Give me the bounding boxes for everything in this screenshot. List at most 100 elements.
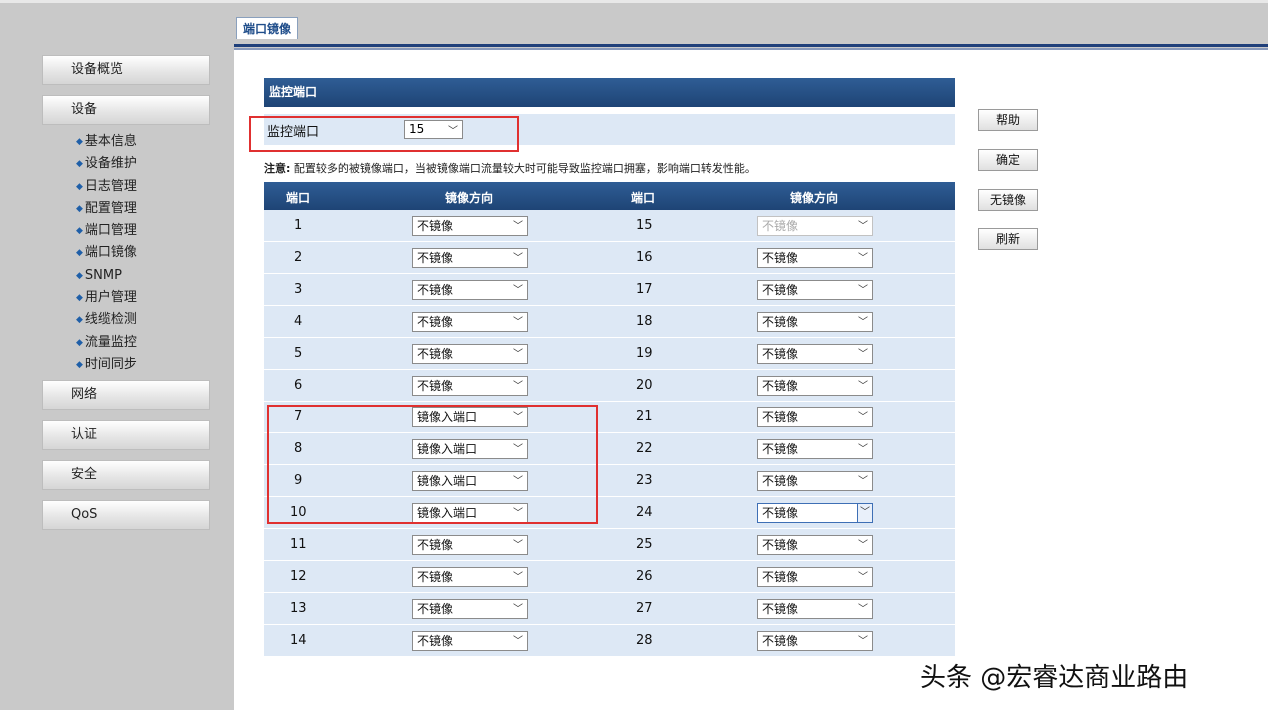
mirror-direction-select[interactable]: 不镜像 ﹀ [757,343,873,364]
mirror-direction-select[interactable]: 不镜像 ﹀ [757,598,873,619]
menu-qos[interactable]: QoS [42,500,210,530]
submenu-config[interactable]: ◆ 配置管理 [76,198,137,220]
submenu-port-mirror[interactable]: ◆ 端口镜像 [76,242,137,264]
submenu-cable-test[interactable]: ◆ 线缆检测 [76,309,137,331]
mirror-direction-select[interactable]: 不镜像 ﹀ [757,311,873,332]
grid-header: 端口 镜像方向 端口 镜像方向 [264,182,955,210]
port-number: 28 [636,632,653,648]
diamond-bullet-icon: ◆ [76,181,83,192]
diamond-bullet-icon: ◆ [76,248,83,259]
mirror-direction-select[interactable]: 不镜像 ﹀ [757,407,873,428]
port-number: 22 [636,441,653,457]
chevron-down-icon: ﹀ [858,252,868,264]
port-number: 26 [636,568,653,584]
table-row: 3 不镜像 ﹀ 17 不镜像 ﹀ [264,274,955,306]
tab-port-mirror[interactable]: 端口镜像 [236,17,299,39]
submenu-basic-info[interactable]: ◆ 基本信息 [76,131,137,153]
warning-note: 注意: 配置较多的被镜像端口，当被镜像端口流量较大时可能导致监控端口拥塞，影响端… [264,162,756,175]
device-submenu: ◆ 基本信息 ◆ 设备维护 ◆ 日志管理 ◆ 配置管理 ◆ 端口管理 ◆ 端口镜像 ◆ SNM… [76,131,137,376]
mirror-direction-select[interactable]: 不镜像 ﹀ [412,630,528,651]
mirror-direction-select[interactable]: 不镜像 ﹀ [757,439,873,460]
chevron-down-icon: ﹀ [513,284,523,296]
top-bar [0,0,1268,48]
mirror-direction-select[interactable]: 不镜像 ﹀ [757,630,873,651]
mirror-direction-select[interactable]: 不镜像 ﹀ [412,535,528,555]
port-number: 19 [636,345,653,361]
port-number: 3 [294,281,303,297]
mirror-direction-select[interactable]: 不镜像 ﹀ [757,471,873,492]
port-number: 17 [636,281,653,297]
menu-auth[interactable]: 认证 [42,420,210,450]
tab-rule-secondary [234,48,1268,50]
submenu-time-sync[interactable]: ◆ 时间同步 [76,354,137,376]
mirror-direction-select[interactable]: 不镜像 ﹀ [757,503,873,524]
mirror-direction-select[interactable]: 不镜像 ﹀ [412,216,528,236]
mirror-direction-select[interactable]: 不镜像 ﹀ [412,598,528,619]
mirror-direction-select: 不镜像 ﹀ [757,216,873,236]
chevron-down-icon: ﹀ [513,221,523,232]
submenu-log[interactable]: ◆ 日志管理 [76,176,137,198]
table-row: 12 不镜像 ﹀ 26 不镜像 ﹀ [264,561,955,593]
chevron-down-icon: ﹀ [858,540,868,551]
mirror-direction-select[interactable]: 不镜像 ﹀ [757,535,873,555]
col-port-left: 端口 [286,191,311,205]
table-row: 2 不镜像 ﹀ 16 不镜像 ﹀ [264,242,955,274]
diamond-bullet-icon: ◆ [76,226,83,237]
chevron-down-icon: ﹀ [858,476,868,488]
submenu-user-management[interactable]: ◆ 用户管理 [76,287,137,309]
mirror-direction-select[interactable]: 不镜像 ﹀ [412,375,528,396]
mirror-direction-select[interactable]: 不镜像 ﹀ [412,311,528,332]
submenu-port-management[interactable]: ◆ 端口管理 [76,220,137,242]
col-direction-left: 镜像方向 [445,191,494,205]
menu-security[interactable]: 安全 [42,460,210,490]
mirror-direction-select[interactable]: 不镜像 ﹀ [412,247,528,268]
chevron-down-icon: ﹀ [513,635,523,647]
port-number: 13 [290,600,307,616]
no-mirror-button[interactable]: 无镜像 [978,189,1038,211]
table-row: 13 不镜像 ﹀ 27 不镜像 ﹀ [264,593,955,625]
port-number: 16 [636,249,653,265]
chevron-down-icon: ﹀ [858,444,868,456]
mirror-direction-select[interactable]: 不镜像 ﹀ [412,566,528,587]
mirror-direction-select[interactable]: 不镜像 ﹀ [757,279,873,300]
tab-rule [234,44,1268,47]
mirror-direction-select[interactable]: 不镜像 ﹀ [757,375,873,396]
confirm-button[interactable]: 确定 [978,149,1038,171]
col-port-right: 端口 [631,191,656,205]
mirror-direction-select[interactable]: 不镜像 ﹀ [412,279,528,300]
chevron-down-icon: ﹀ [858,221,868,232]
menu-device[interactable]: 设备 [42,95,210,125]
chevron-down-icon: ﹀ [858,603,868,615]
menu-device-overview[interactable]: 设备概览 [42,55,210,85]
refresh-button[interactable]: 刷新 [978,228,1038,250]
table-row: 5 不镜像 ﹀ 19 不镜像 ﹀ [264,338,955,370]
diamond-bullet-icon: ◆ [76,137,83,147]
submenu-maintenance[interactable]: ◆ 设备维护 [76,153,137,175]
help-button[interactable]: 帮助 [978,109,1038,131]
diamond-bullet-icon: ◆ [76,293,83,304]
table-row: 14 不镜像 ﹀ 28 不镜像 ﹀ [264,625,955,657]
chevron-down-icon: ﹀ [858,412,868,424]
port-number: 25 [636,537,653,552]
port-number: 20 [636,377,653,393]
mirror-direction-select[interactable]: 不镜像 ﹀ [757,566,873,587]
chevron-down-icon: ﹀ [513,540,523,551]
diamond-bullet-icon: ◆ [76,270,83,281]
col-direction-right: 镜像方向 [790,191,839,205]
chevron-down-icon: ﹀ [513,348,523,360]
diamond-bullet-icon: ◆ [76,203,83,214]
table-row: 6 不镜像 ﹀ 20 不镜像 ﹀ [264,370,955,402]
highlight-box-monitor [249,116,519,152]
diamond-bullet-icon: ◆ [76,359,83,370]
submenu-traffic-monitor[interactable]: ◆ 流量监控 [76,332,137,354]
chevron-down-icon: ﹀ [858,348,868,360]
port-number: 24 [636,505,653,521]
mirror-direction-select[interactable]: 不镜像 ﹀ [412,343,528,364]
port-number: 21 [636,409,653,425]
chevron-down-icon: ﹀ [858,380,868,392]
port-number: 18 [636,313,653,329]
mirror-direction-select[interactable]: 不镜像 ﹀ [757,247,873,268]
table-row: 4 不镜像 ﹀ 18 不镜像 ﹀ [264,306,955,338]
menu-network[interactable]: 网络 [42,380,210,410]
submenu-snmp[interactable]: ◆ SNMP [76,265,137,287]
